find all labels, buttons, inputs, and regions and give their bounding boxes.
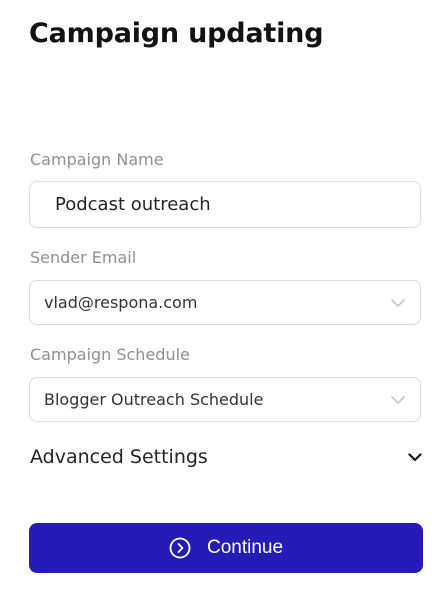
chevron-down-icon	[408, 452, 422, 461]
sender-email-label: Sender Email	[30, 248, 137, 267]
campaign-update-panel: Campaign updating Campaign Name Podcast …	[0, 0, 448, 605]
chevron-down-icon	[391, 298, 405, 307]
chevron-down-icon	[391, 395, 405, 404]
campaign-schedule-select[interactable]: Blogger Outreach Schedule	[29, 377, 421, 422]
campaign-name-label: Campaign Name	[30, 150, 164, 169]
advanced-settings-label: Advanced Settings	[30, 446, 208, 468]
campaign-schedule-label: Campaign Schedule	[30, 345, 190, 364]
sender-email-select[interactable]: vlad@respona.com	[29, 280, 421, 325]
campaign-name-value: Podcast outreach	[55, 194, 211, 215]
circle-chevron-right-icon	[169, 537, 191, 559]
advanced-settings-toggle[interactable]: Advanced Settings	[30, 444, 424, 470]
sender-email-value: vlad@respona.com	[44, 293, 198, 312]
page-title: Campaign updating	[29, 18, 324, 49]
continue-button[interactable]: Continue	[29, 523, 423, 573]
continue-button-label: Continue	[206, 537, 284, 558]
campaign-schedule-value: Blogger Outreach Schedule	[44, 390, 264, 409]
campaign-name-input[interactable]: Podcast outreach	[29, 181, 421, 228]
